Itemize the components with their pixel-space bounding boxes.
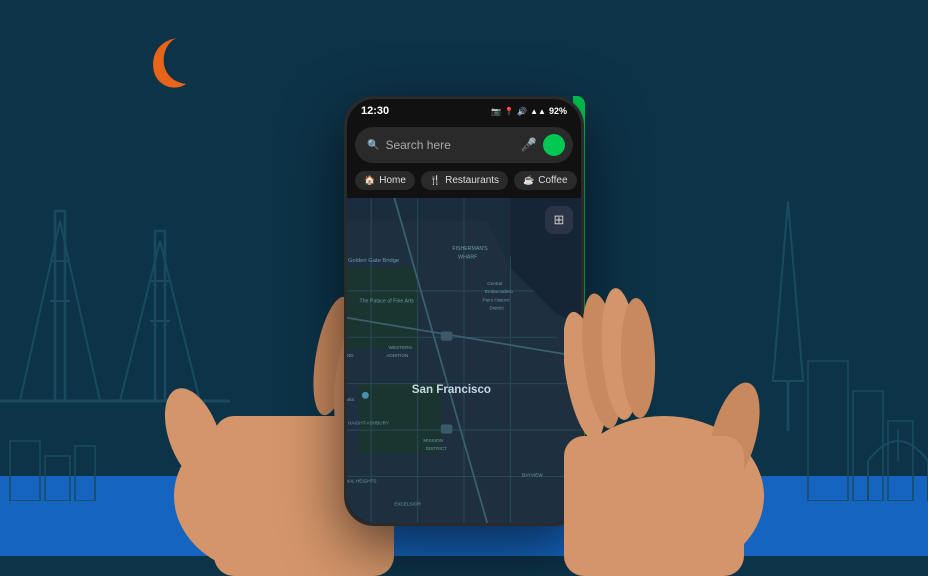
svg-text:FISHERMAN'S: FISHERMAN'S xyxy=(452,246,488,252)
right-hand xyxy=(564,196,824,576)
svg-text:Golden Gate Bridge: Golden Gate Bridge xyxy=(348,258,399,264)
user-avatar[interactable] xyxy=(543,134,565,156)
restaurants-chip-icon: 🍴 xyxy=(430,175,441,186)
layers-icon: ⊞ xyxy=(554,212,565,228)
map-area[interactable]: Golden Gate Bridge FISHERMAN'S WHARF The… xyxy=(347,198,581,523)
svg-text:HAIGHT-ASHBURY: HAIGHT-ASHBURY xyxy=(348,420,389,425)
chips-row: 🏠 Home 🍴 Restaurants ☕ Coffee 🍸 B xyxy=(347,171,581,198)
svg-text:DISTRICT: DISTRICT xyxy=(426,446,448,451)
hands-container: 12:30 📷 📍 🔊 ▲▲ 92% 🔍 Search here 🎤 xyxy=(164,56,764,556)
phone-screen: 12:30 📷 📍 🔊 ▲▲ 92% 🔍 Search here 🎤 xyxy=(347,99,581,523)
status-bar: 12:30 📷 📍 🔊 ▲▲ 92% xyxy=(347,99,581,121)
svg-text:Twin Peaks: Twin Peaks xyxy=(347,397,355,402)
svg-text:WESTERN: WESTERN xyxy=(389,345,412,350)
svg-text:BERNAL HEIGHTS: BERNAL HEIGHTS xyxy=(347,478,377,483)
svg-text:WHARF: WHARF xyxy=(458,254,477,260)
phone: 12:30 📷 📍 🔊 ▲▲ 92% 🔍 Search here 🎤 xyxy=(344,96,584,526)
coffee-chip-icon: ☕ xyxy=(523,175,534,186)
wifi-icon: ▲▲ xyxy=(530,107,546,116)
scene-container: 12:30 📷 📍 🔊 ▲▲ 92% 🔍 Search here 🎤 xyxy=(0,0,928,556)
search-area: 🔍 Search here 🎤 xyxy=(347,121,581,171)
svg-text:BAYVIEW: BAYVIEW xyxy=(522,473,543,478)
svg-text:Piers Historic: Piers Historic xyxy=(483,297,511,302)
svg-text:MISSION: MISSION xyxy=(423,438,443,443)
battery-indicator: 92% xyxy=(549,106,567,116)
chip-restaurants[interactable]: 🍴 Restaurants xyxy=(421,171,508,190)
camera-status-icon: 📷 xyxy=(491,107,501,116)
chip-home-label: Home xyxy=(379,175,406,186)
status-time: 12:30 xyxy=(361,105,389,117)
svg-text:The Palace of Fine Arts: The Palace of Fine Arts xyxy=(360,298,415,304)
chip-coffee-label: Coffee xyxy=(538,175,567,186)
svg-text:District: District xyxy=(490,305,505,310)
sound-status-icon: 🔊 xyxy=(517,107,527,116)
location-status-icon: 📍 xyxy=(504,107,514,116)
status-icons: 📷 📍 🔊 ▲▲ 92% xyxy=(491,106,567,116)
svg-text:Central: Central xyxy=(487,281,502,286)
search-home-icon: 🔍 xyxy=(367,140,379,151)
svg-text:Embarcadero: Embarcadero xyxy=(485,289,513,294)
svg-text:ADDITION: ADDITION xyxy=(386,353,408,358)
search-placeholder: Search here xyxy=(385,138,514,152)
map-svg: Golden Gate Bridge FISHERMAN'S WHARF The… xyxy=(347,198,581,523)
chip-home[interactable]: 🏠 Home xyxy=(355,171,415,190)
svg-text:EXCELSIOR: EXCELSIOR xyxy=(394,502,421,507)
svg-text:San Francisco: San Francisco xyxy=(412,383,491,396)
svg-text:RICHMOND: RICHMOND xyxy=(347,353,354,358)
search-bar[interactable]: 🔍 Search here 🎤 xyxy=(355,127,573,163)
chip-coffee[interactable]: ☕ Coffee xyxy=(514,171,577,190)
microphone-icon[interactable]: 🎤 xyxy=(521,137,537,153)
home-chip-icon: 🏠 xyxy=(364,175,375,186)
chip-restaurants-label: Restaurants xyxy=(445,175,499,186)
